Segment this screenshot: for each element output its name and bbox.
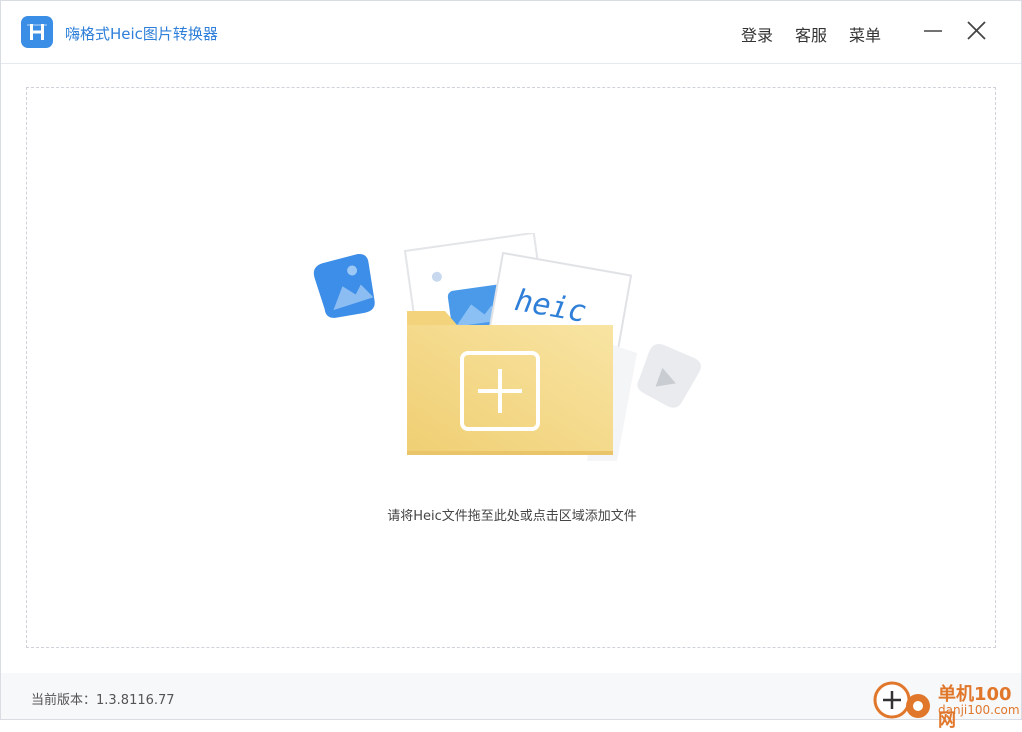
file-drop-zone[interactable]: heic 请将Heic文件拖至此处或点击区域添加文件 bbox=[26, 87, 996, 648]
login-link[interactable]: 登录 bbox=[741, 22, 773, 46]
version-label: 当前版本：1.3.8116.77 bbox=[31, 693, 175, 708]
app-window: 嗨格式Heic图片转换器 登录 客服 菜单 heic 请将Heic文件拖至此处或… bbox=[0, 0, 1022, 720]
status-footer: 当前版本：1.3.8116.77 bbox=[1, 673, 1021, 719]
watermark-logo-icon bbox=[873, 681, 930, 719]
customer-service-link[interactable]: 客服 bbox=[795, 22, 827, 46]
close-button[interactable] bbox=[962, 17, 992, 47]
close-icon bbox=[967, 21, 986, 40]
minimize-button[interactable] bbox=[918, 17, 948, 47]
site-watermark: 单机100网 danji100.com bbox=[872, 676, 1022, 731]
watermark-url: danji100.com bbox=[938, 703, 1020, 717]
title-bar[interactable]: 嗨格式Heic图片转换器 登录 客服 菜单 bbox=[1, 1, 1021, 64]
blue-image-tile-icon bbox=[313, 253, 375, 318]
app-logo bbox=[21, 16, 53, 48]
drop-hint-text: 请将Heic文件拖至此处或点击区域添加文件 bbox=[387, 509, 637, 524]
add-file-illustration[interactable]: heic bbox=[307, 233, 727, 473]
grey-image-tile-icon bbox=[637, 344, 701, 408]
menu-link[interactable]: 菜单 bbox=[849, 22, 881, 46]
app-title: 嗨格式Heic图片转换器 bbox=[65, 25, 218, 43]
h-logo-icon bbox=[27, 24, 47, 40]
folder-icon bbox=[407, 311, 613, 455]
minimize-icon bbox=[924, 30, 942, 32]
